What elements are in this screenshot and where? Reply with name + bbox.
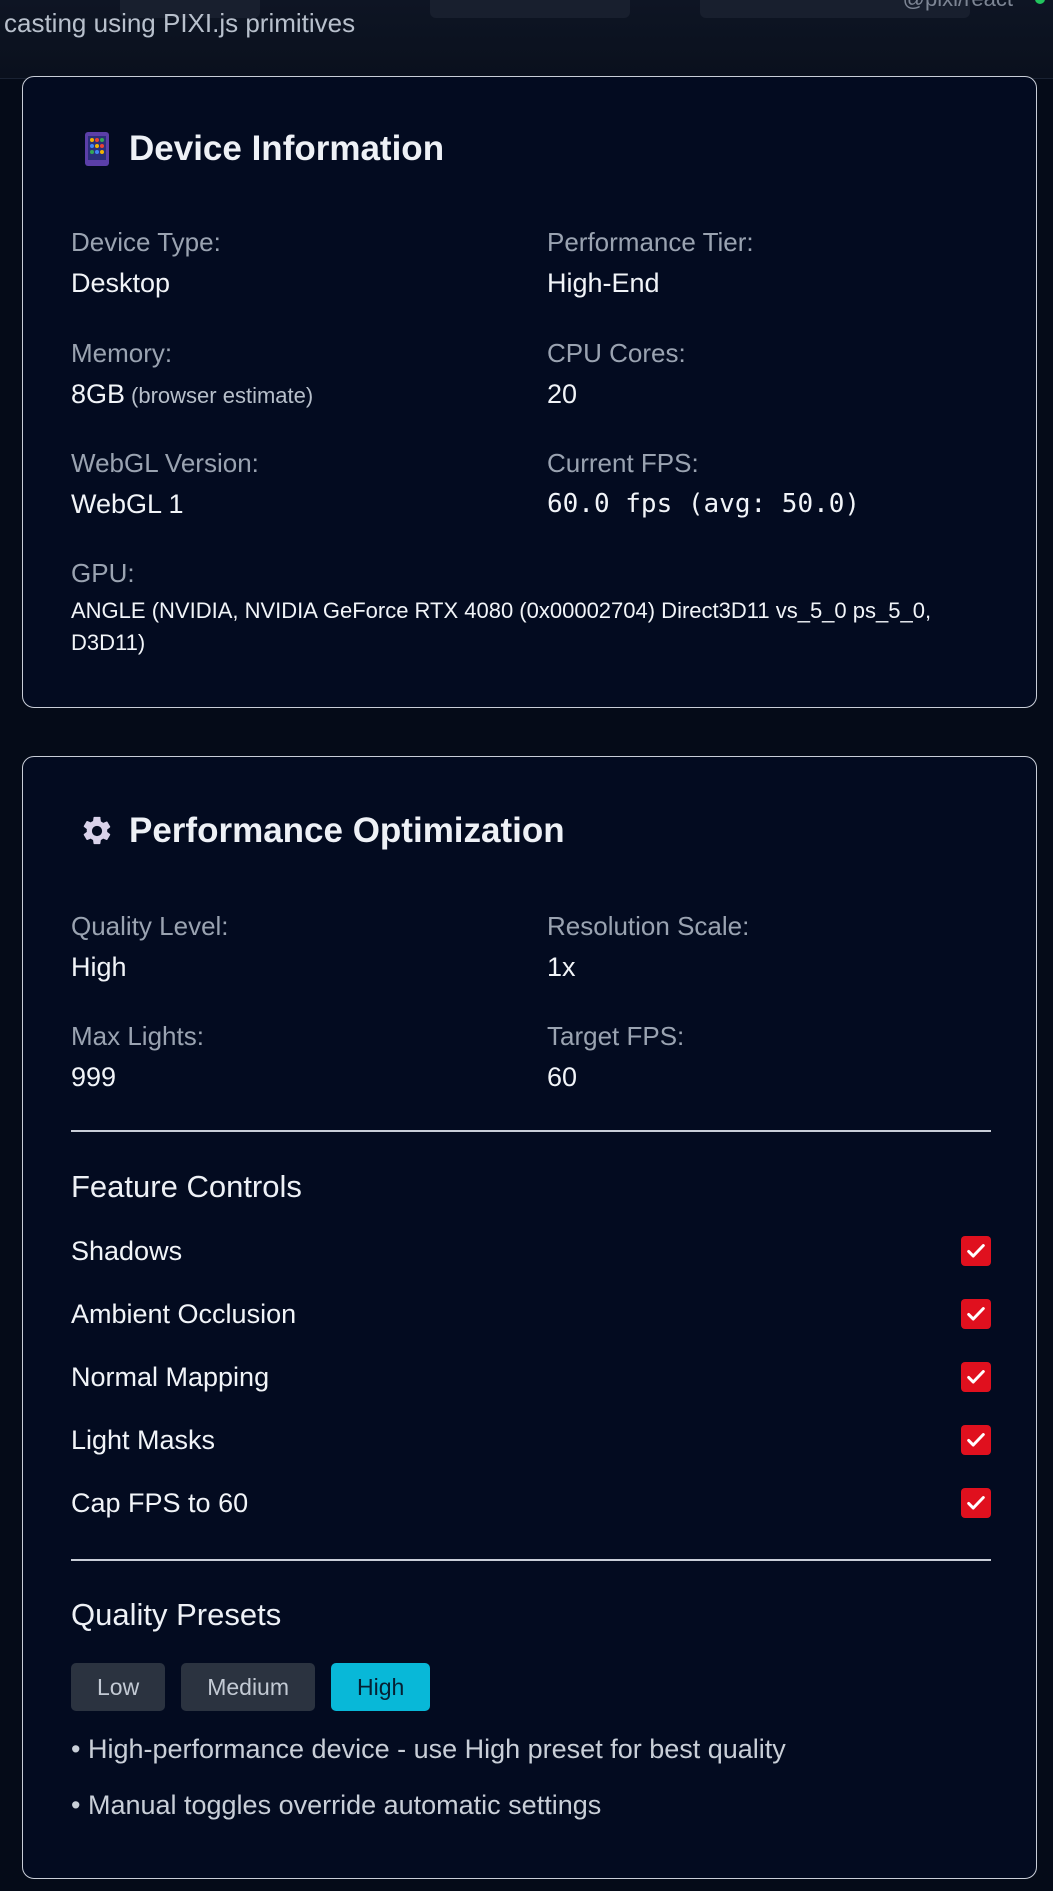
field-label: CPU Cores: [547,338,686,368]
performance-tier-field: Performance Tier: High-End [547,227,754,299]
divider [71,1130,991,1132]
checkmark-icon [967,1370,985,1384]
shadows-checkbox[interactable] [961,1236,991,1266]
page-subtitle: casting using PIXI.js primitives [4,8,356,38]
gear-icon [79,813,115,849]
status-dot [1035,0,1045,4]
toggle-label: Normal Mapping [71,1361,270,1392]
field-label: Quality Level: [71,911,229,941]
cpu-cores-field: CPU Cores: 20 [547,338,686,410]
field-label: GPU: [71,558,135,588]
field-label: Performance Tier: [547,227,754,257]
top-bar: casting using PIXI.js primitives @pixi/r… [0,0,1053,79]
memory-field: Memory: 8GB (browser estimate) [71,338,313,410]
toggle-normal-mapping[interactable]: Normal Mapping [71,1357,991,1397]
mobile-phone-icon [79,131,115,167]
card-title: Performance Optimization [79,811,565,851]
field-value: 8GB (browser estimate) [71,379,313,410]
field-value: 20 [547,379,578,409]
divider [71,1559,991,1561]
toggle-light-masks[interactable]: Light Masks [71,1420,991,1460]
checkmark-icon [967,1307,985,1321]
toggle-label: Light Masks [71,1424,216,1455]
gpu-field: GPU: ANGLE (NVIDIA, NVIDIA GeForce RTX 4… [71,558,991,659]
field-label: Target FPS: [547,1021,685,1051]
field-value: WebGL 1 [71,489,184,519]
device-information-card: Device Information Device Type: Desktop … [22,76,1037,708]
webgl-version-field: WebGL Version: WebGL 1 [71,448,259,520]
gpu-value: ANGLE (NVIDIA, NVIDIA GeForce RTX 4080 (… [71,598,932,655]
field-label: Memory: [71,338,173,368]
ambient-occlusion-checkbox[interactable] [961,1299,991,1329]
resolution-scale-field: Resolution Scale: 1x [547,911,749,983]
tip-item: • Manual toggles override automatic sett… [71,1790,602,1820]
toggle-ambient-occlusion[interactable]: Ambient Occlusion [71,1294,991,1334]
toggle-shadows[interactable]: Shadows [71,1231,991,1271]
max-lights-field: Max Lights: 999 [71,1021,204,1093]
quality-presets-heading: Quality Presets [71,1597,282,1632]
checkmark-icon [967,1433,985,1447]
tip-item: • High-performance device - use High pre… [71,1734,786,1764]
repo-handle[interactable]: @pixi/react [903,0,1013,12]
device-type-field: Device Type: Desktop [71,227,221,299]
field-value: High-End [547,268,660,298]
toggle-label: Cap FPS to 60 [71,1487,249,1518]
card-title-text: Performance Optimization [129,811,565,850]
field-label: Max Lights: [71,1021,204,1051]
field-label: Current FPS: [547,448,699,478]
cap-fps-checkbox[interactable] [961,1488,991,1518]
preset-medium-button[interactable]: Medium [181,1663,316,1711]
field-label: Device Type: [71,227,221,257]
light-masks-checkbox[interactable] [961,1425,991,1455]
field-value: 1x [547,952,576,982]
preset-low-button[interactable]: Low [71,1663,166,1711]
card-title: Device Information [79,129,444,169]
preset-high-button[interactable]: High [331,1663,431,1711]
target-fps-field: Target FPS: 60 [547,1021,684,1093]
toggle-label: Shadows [71,1235,183,1266]
toggle-label: Ambient Occlusion [71,1298,297,1329]
memory-note: (browser estimate) [131,383,314,408]
field-label: WebGL Version: [71,448,259,478]
field-value: High [71,952,127,982]
field-value: 60.0 fps (avg: 50.0) [547,489,861,519]
quality-level-field: Quality Level: High [71,911,229,983]
card-title-text: Device Information [129,129,445,168]
toggle-cap-fps[interactable]: Cap FPS to 60 [71,1483,991,1523]
current-fps-field: Current FPS: 60.0 fps (avg: 50.0) [547,448,860,519]
checkmark-icon [967,1244,985,1258]
quality-presets-group: Low Medium High [71,1663,431,1711]
field-value: Desktop [71,268,171,298]
performance-optimization-card: Performance Optimization Quality Level: … [22,756,1037,1879]
field-label: Resolution Scale: [547,911,750,941]
field-value: 999 [71,1062,117,1092]
blurred-tab [430,0,630,18]
memory-value: 8GB [71,379,126,409]
feature-controls-heading: Feature Controls [71,1169,302,1204]
normal-mapping-checkbox[interactable] [961,1362,991,1392]
field-value: 60 [547,1062,578,1092]
checkmark-icon [967,1496,985,1510]
